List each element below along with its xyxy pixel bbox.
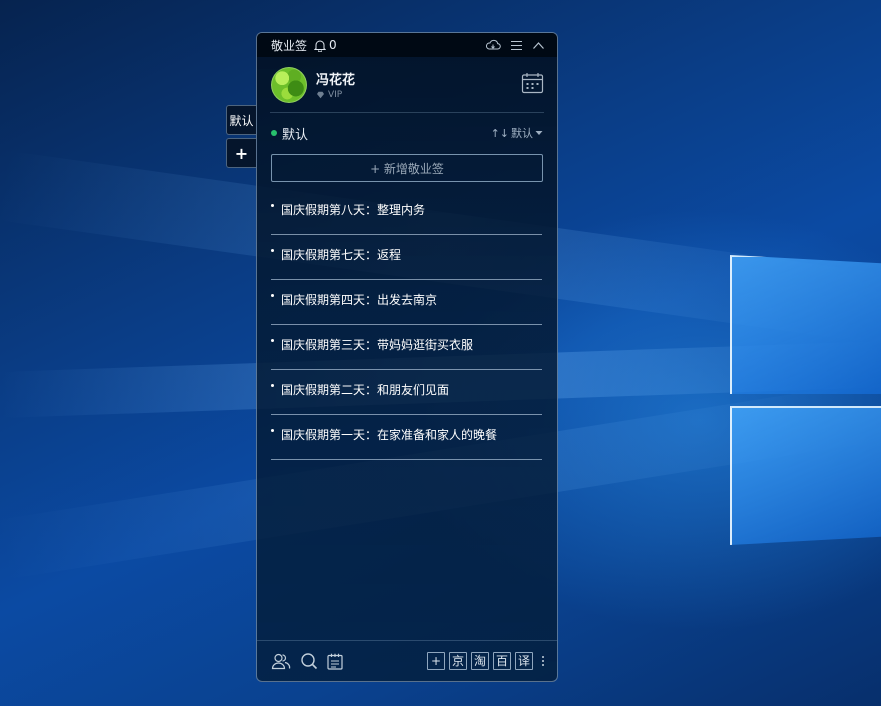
app-title: 敬业签	[271, 38, 308, 53]
username: 冯花花	[316, 73, 356, 88]
calendar-icon[interactable]	[521, 72, 544, 94]
caret-down-icon	[535, 131, 543, 135]
baidu-link-button[interactable]: 百	[493, 652, 511, 670]
note-text: 国庆假期第一天：在家准备和家人的晚餐	[281, 427, 498, 442]
user-info: 冯花花 VIP	[316, 69, 355, 100]
list-item[interactable]: 国庆假期第八天：整理内务	[271, 190, 542, 235]
notification-count: 0	[329, 38, 337, 52]
sort-dropdown[interactable]: ↑↓ 默认	[491, 125, 543, 141]
menu-icon[interactable]	[510, 40, 523, 51]
sort-label: 默认	[511, 127, 533, 140]
list-item[interactable]: 国庆假期第四天：出发去南京	[271, 280, 542, 325]
jd-link-button[interactable]: 京	[449, 652, 467, 670]
quick-add-button[interactable]: +	[427, 652, 445, 670]
sort-icon: ↑↓	[490, 126, 509, 140]
bell-icon[interactable]	[314, 39, 327, 52]
vip-badge[interactable]: VIP	[316, 90, 355, 100]
list-item[interactable]: 国庆假期第三天：带妈妈逛街买衣服	[271, 325, 542, 370]
windows-logo-pane	[730, 406, 881, 545]
window-actions	[485, 39, 545, 51]
notepad-icon[interactable]	[327, 653, 343, 670]
bottom-toolbar: + 京 淘 百 译	[257, 640, 557, 681]
bullet-icon	[271, 338, 274, 342]
notes-list: 国庆假期第八天：整理内务 国庆假期第七天：返程 国庆假期第四天：出发去南京 国庆…	[271, 190, 542, 460]
note-text: 国庆假期第八天：整理内务	[281, 202, 426, 217]
cloud-sync-icon[interactable]	[485, 39, 501, 51]
bullet-icon	[271, 428, 274, 432]
user-profile: 冯花花 VIP	[270, 57, 544, 113]
search-icon[interactable]	[300, 652, 318, 670]
bullet-icon	[271, 248, 274, 252]
group-tab-default[interactable]: 默认	[226, 105, 256, 135]
avatar[interactable]	[271, 66, 307, 103]
list-item[interactable]: 国庆假期第一天：在家准备和家人的晚餐	[271, 415, 542, 460]
translate-button[interactable]: 译	[515, 652, 533, 670]
add-group-button[interactable]: +	[226, 138, 256, 168]
note-text: 国庆假期第七天：返程	[281, 247, 402, 262]
quick-links: + 京 淘 百 译	[427, 652, 546, 670]
status-dot	[271, 130, 277, 136]
note-text: 国庆假期第二天：和朋友们见面	[281, 382, 450, 397]
note-text: 国庆假期第四天：出发去南京	[281, 292, 438, 307]
bullet-icon	[271, 383, 274, 387]
windows-logo-pane	[730, 255, 881, 394]
windows-logo	[730, 255, 881, 545]
vip-label: VIP	[328, 90, 343, 100]
more-options-icon[interactable]	[540, 656, 546, 666]
diamond-icon	[317, 91, 324, 99]
list-item[interactable]: 国庆假期第七天：返程	[271, 235, 542, 280]
bullet-icon	[271, 293, 274, 297]
notes-window: 敬业签 0 冯花花 VIP 默认 ↑↓ 默认 + 新增敬业签 国庆假期第八天：整…	[256, 32, 558, 682]
add-note-button[interactable]: + 新增敬业签	[271, 154, 543, 182]
group-tabs: 默认 +	[226, 105, 258, 171]
list-item[interactable]: 国庆假期第二天：和朋友们见面	[271, 370, 542, 415]
taobao-link-button[interactable]: 淘	[471, 652, 489, 670]
contacts-icon[interactable]	[271, 652, 291, 670]
note-text: 国庆假期第三天：带妈妈逛街买衣服	[281, 337, 474, 352]
list-name: 默认	[282, 127, 309, 143]
list-header: 默认 ↑↓ 默认	[271, 113, 543, 153]
toolbar-left	[271, 652, 343, 670]
title-bar[interactable]: 敬业签 0	[257, 33, 557, 57]
bullet-icon	[271, 203, 274, 207]
collapse-icon[interactable]	[532, 41, 545, 50]
